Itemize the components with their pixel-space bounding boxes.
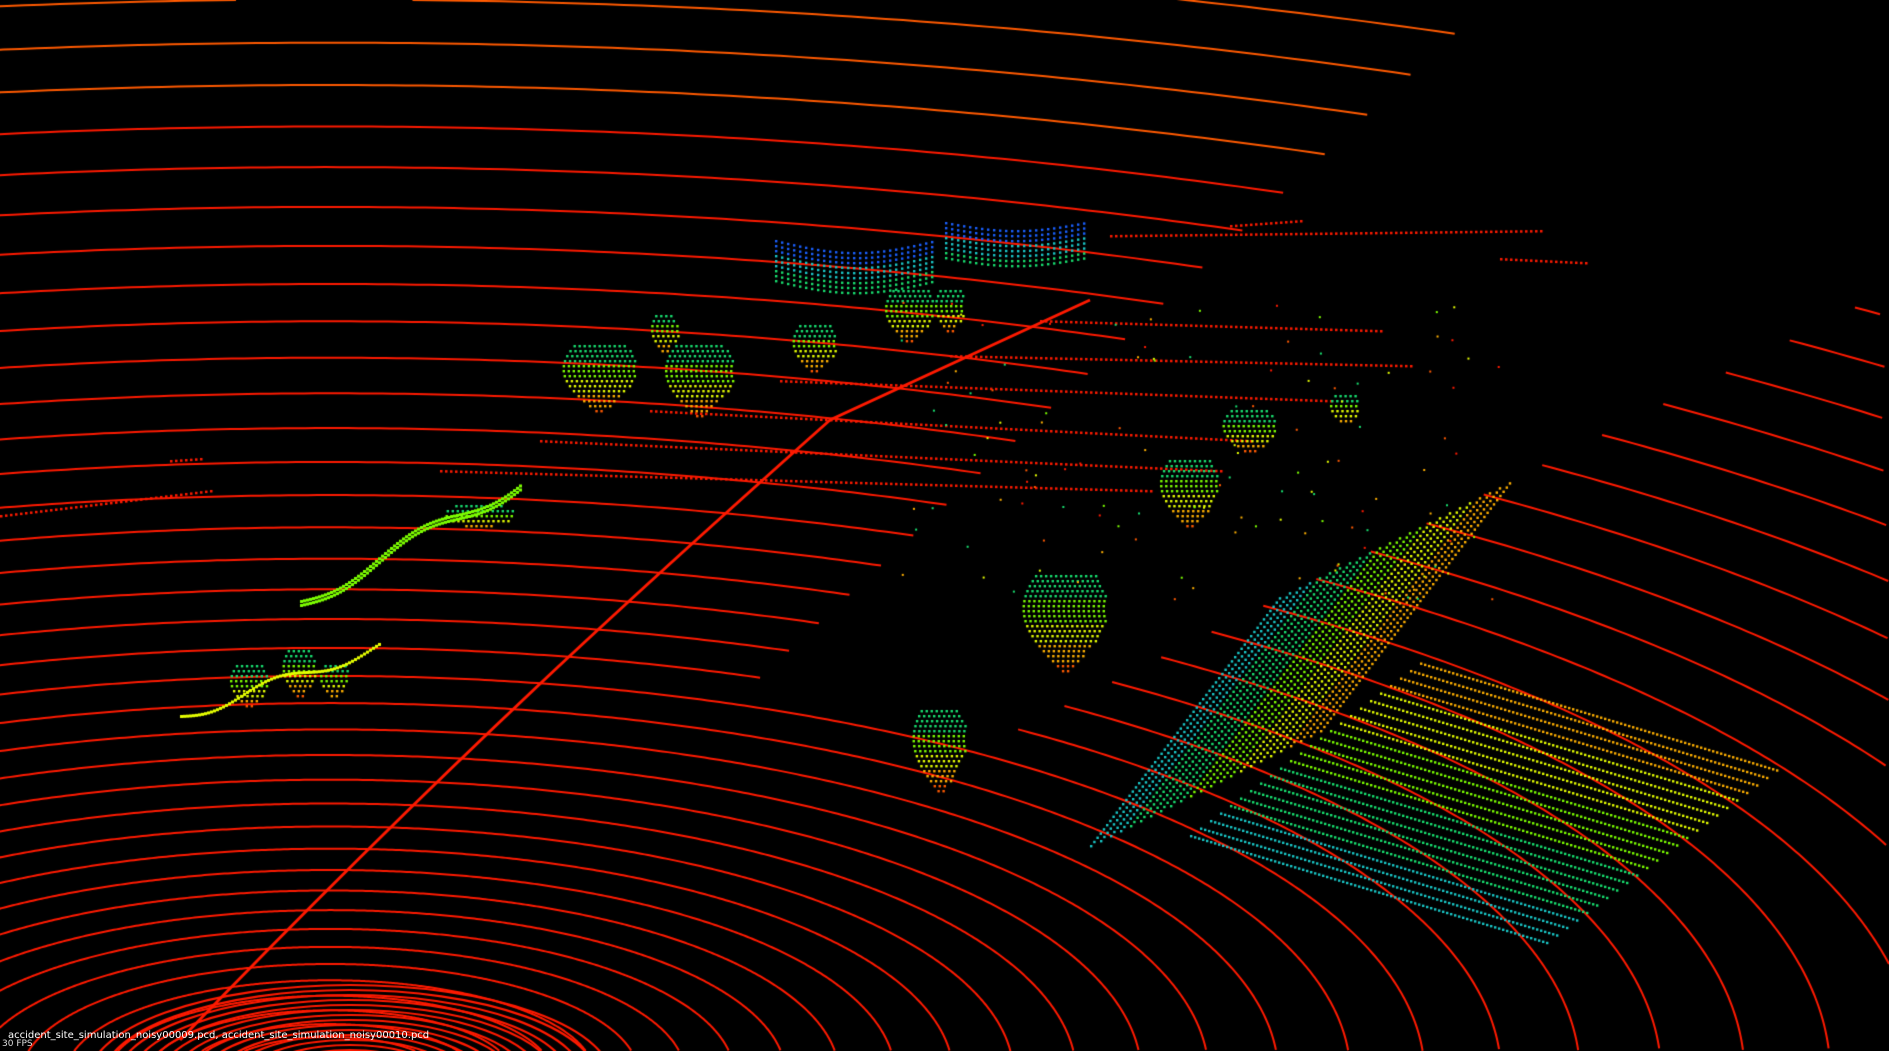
loaded-files-label: accident_site_simulation_noisy00009.pcd,… [8, 1030, 430, 1041]
fps-counter: 30 FPS [2, 1039, 33, 1049]
point-cloud-viewer[interactable]: accident_site_simulation_noisy00009.pcd,… [0, 0, 1889, 1051]
status-overlay: accident_site_simulation_noisy00009.pcd,… [2, 1019, 702, 1049]
point-cloud-render-canvas[interactable] [0, 0, 1889, 1051]
